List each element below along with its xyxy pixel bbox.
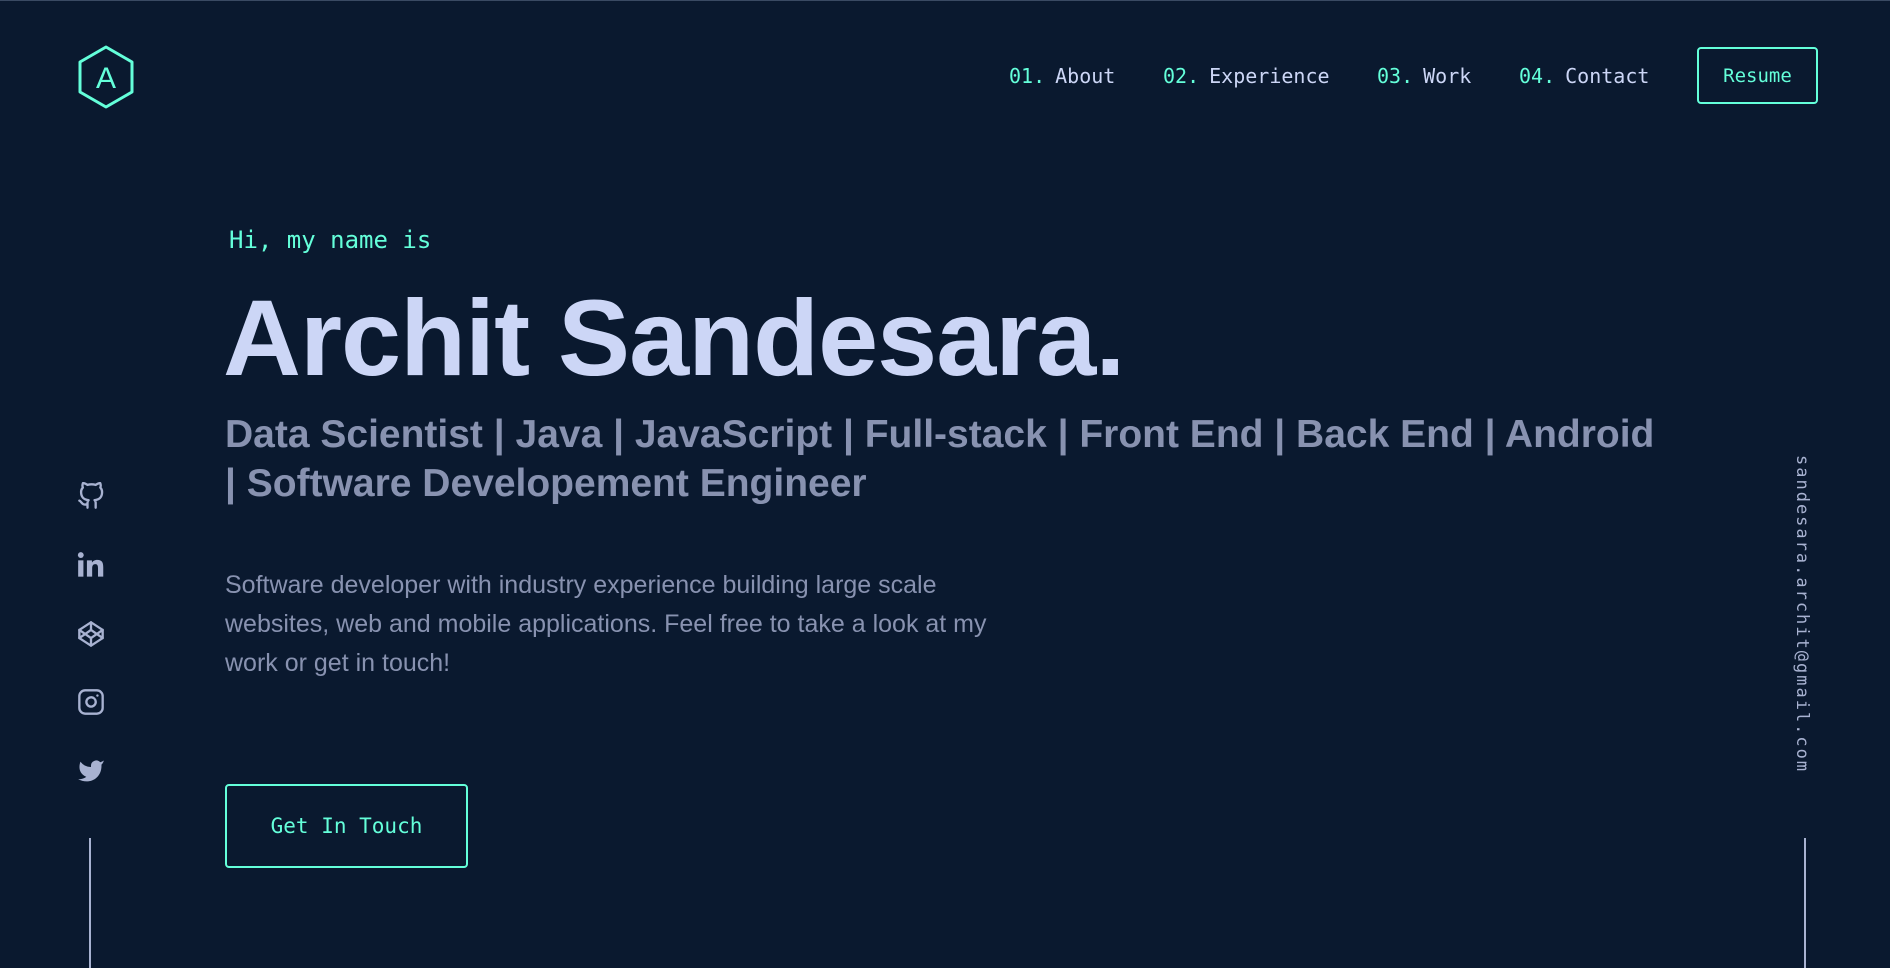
nav-number: 04. [1519, 64, 1556, 88]
nav-number: 02. [1163, 64, 1200, 88]
nav-number: 01. [1009, 64, 1046, 88]
instagram-link[interactable] [76, 687, 106, 717]
github-link[interactable] [76, 481, 106, 511]
email-link[interactable]: sandesara.archit@gmail.com [1792, 455, 1812, 773]
nav-item-work[interactable]: 03. Work [1377, 63, 1471, 89]
nav-item-about[interactable]: 01. About [1009, 63, 1115, 89]
greeting: Hi, my name is [229, 226, 432, 254]
main-nav: 01. About 02. Experience 03. Work 04. Contac… [0, 63, 1890, 93]
twitter-icon [78, 760, 104, 782]
nav-item-contact[interactable]: 04. Contact [1519, 63, 1649, 89]
nav-item-experience[interactable]: 02. Experience [1163, 63, 1330, 89]
linkedin-icon [77, 552, 104, 577]
instagram-icon [78, 689, 104, 715]
linkedin-link[interactable] [76, 550, 106, 580]
get-in-touch-button[interactable]: Get In Touch [225, 784, 468, 868]
hero-name: Archit Sandesara. [223, 277, 1125, 398]
email-divider-line [1804, 838, 1806, 968]
nav-label: About [1055, 64, 1116, 88]
nav-label: Experience [1209, 64, 1330, 88]
hero-subtitle: Data Scientist | Java | JavaScript | Ful… [225, 413, 1655, 505]
github-icon [78, 482, 104, 509]
social-divider-line [89, 838, 91, 968]
twitter-link[interactable] [76, 756, 106, 786]
hero-description: Software developer with industry experie… [225, 571, 987, 677]
codepen-link[interactable] [76, 619, 106, 649]
codepen-icon [78, 621, 104, 647]
resume-button[interactable]: Resume [1697, 47, 1818, 104]
nav-label: Work [1423, 64, 1472, 88]
nav-label: Contact [1565, 64, 1650, 88]
nav-number: 03. [1377, 64, 1414, 88]
top-border [0, 0, 1890, 1]
